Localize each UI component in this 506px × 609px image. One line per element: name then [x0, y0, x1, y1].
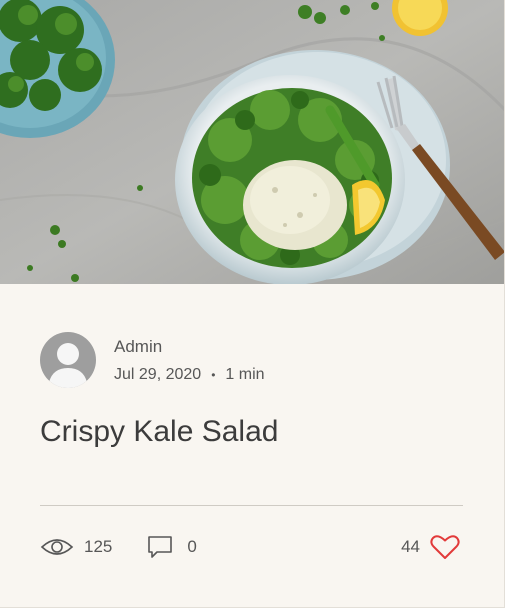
post-title[interactable]: Crispy Kale Salad — [40, 412, 278, 452]
views-stat: 125 — [40, 537, 112, 557]
meta-separator: • — [211, 367, 216, 382]
avatar-placeholder-icon[interactable] — [40, 332, 96, 388]
read-time: 1 min — [225, 365, 265, 383]
comment-bubble-icon — [148, 536, 173, 558]
heart-icon[interactable] — [430, 534, 460, 560]
divider — [40, 505, 463, 506]
post-date-line: Jul 29, 2020 • 1 min — [114, 365, 265, 385]
post-stats: 125 0 — [40, 534, 197, 560]
author-name[interactable]: Admin — [114, 336, 265, 358]
author-row: Admin Jul 29, 2020 • 1 min — [40, 332, 265, 388]
likes-count: 44 — [401, 537, 420, 556]
post-meta: Admin Jul 29, 2020 • 1 min — [114, 336, 265, 385]
views-count: 125 — [84, 537, 113, 556]
eye-icon — [40, 539, 74, 555]
like-button[interactable]: 44 — [401, 534, 460, 560]
comments-count: 0 — [187, 537, 197, 556]
post-cover-image[interactable] — [0, 0, 505, 284]
comments-stat[interactable]: 0 — [147, 534, 197, 560]
post-date: Jul 29, 2020 — [114, 365, 202, 383]
blog-post-card[interactable]: Admin Jul 29, 2020 • 1 min Crispy Kale S… — [0, 0, 505, 608]
